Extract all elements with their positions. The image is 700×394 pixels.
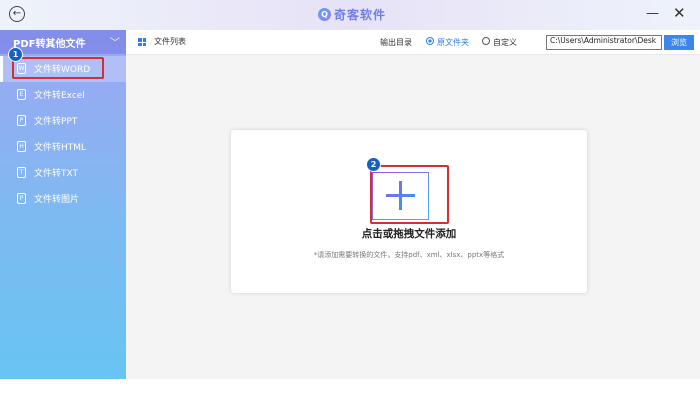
browse-button[interactable]: 浏览	[664, 35, 694, 50]
bottom-strip	[0, 379, 700, 394]
file-list-title: 文件列表	[154, 37, 186, 46]
sidebar-item-label: 文件转HTML	[34, 143, 87, 153]
radio-original-folder[interactable]	[426, 37, 434, 45]
back-arrow-icon[interactable]: ←	[9, 6, 25, 22]
drop-zone-title: 点击或拖拽文件添加	[361, 228, 457, 240]
sidebar-item-label: 文件转图片	[34, 195, 80, 205]
step-badge-1: 1	[8, 47, 23, 62]
highlight-box-word	[12, 57, 104, 79]
sidebar-item-excel[interactable]: E 文件转Excel	[0, 82, 126, 108]
radio-custom-label[interactable]: 自定义	[493, 37, 517, 48]
active-indicator	[0, 56, 3, 82]
sidebar-item-txt[interactable]: T 文件转TXT	[0, 160, 126, 186]
ppt-file-icon: P	[17, 115, 26, 126]
sidebar-item-label: 文件转Excel	[34, 91, 85, 101]
sidebar-item-label: 文件转PPT	[34, 117, 78, 127]
output-dir-label: 输出目录	[380, 38, 412, 47]
step-badge-2: 2	[366, 157, 381, 172]
minimize-button[interactable]: —	[646, 6, 659, 21]
sidebar-item-image[interactable]: P 文件转图片	[0, 186, 126, 212]
radio-custom[interactable]	[482, 37, 490, 45]
app-logo: Q 奇客软件	[318, 6, 386, 23]
title-bar: ← Q 奇客软件 — ✕	[0, 0, 700, 30]
excel-file-icon: E	[17, 89, 26, 100]
sidebar: PDF转其他文件 ﹀ W 文件转WORD E 文件转Excel P 文件转PPT…	[0, 30, 126, 379]
grid-icon	[138, 38, 146, 46]
chevron-down-icon: ﹀	[110, 38, 120, 49]
close-button[interactable]: ✕	[673, 4, 686, 22]
sidebar-header-label: PDF转其他文件	[13, 39, 86, 50]
image-file-icon: P	[17, 193, 26, 204]
output-path-input[interactable]: C:\Users\Administrator\Desk	[546, 35, 662, 50]
toolbar: 文件列表 输出目录 原文件夹 自定义 C:\Users\Administrato…	[126, 30, 700, 55]
logo-text: 奇客软件	[334, 8, 387, 22]
logo-mark-icon: Q	[318, 8, 331, 21]
html-file-icon: H	[17, 141, 26, 152]
highlight-box-add	[370, 165, 449, 224]
sidebar-item-label: 文件转TXT	[34, 169, 79, 179]
drop-zone-hint: *请添加需要转换的文件，支持pdf、xml、xlsx、pptx等格式	[313, 251, 505, 259]
sidebar-item-ppt[interactable]: P 文件转PPT	[0, 108, 126, 134]
txt-file-icon: T	[17, 167, 26, 178]
sidebar-item-html[interactable]: H 文件转HTML	[0, 134, 126, 160]
radio-original-label[interactable]: 原文件夹	[437, 37, 469, 48]
